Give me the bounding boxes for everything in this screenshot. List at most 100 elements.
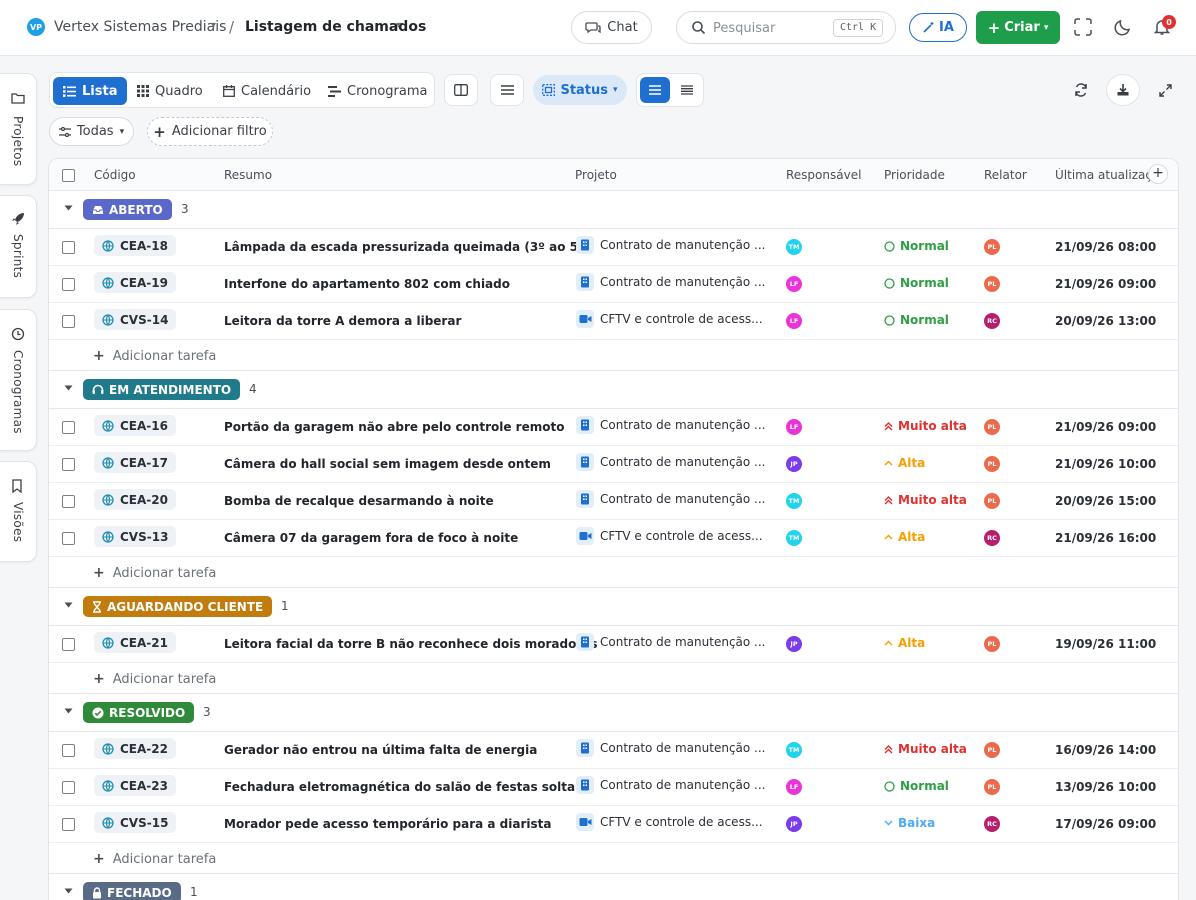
download-button[interactable] xyxy=(1106,74,1140,106)
rail-item-views[interactable]: Visões xyxy=(0,461,37,562)
fullscreen-icon[interactable] xyxy=(1072,16,1094,38)
ticket-summary[interactable]: Câmera do hall social sem imagem desde o… xyxy=(224,457,551,471)
reporter-avatar[interactable]: RC xyxy=(984,313,1000,329)
table-row[interactable]: CEA-19 Interfone do apartamento 802 com c… xyxy=(49,266,1178,303)
collapse-caret-icon[interactable] xyxy=(64,385,73,391)
collapse-caret-icon[interactable] xyxy=(64,708,73,714)
ticket-project[interactable]: Contrato de manutenção ... xyxy=(576,490,766,508)
priority-indicator[interactable]: Alta xyxy=(884,636,925,650)
row-checkbox[interactable] xyxy=(62,241,75,254)
collapse-caret-icon[interactable] xyxy=(64,888,73,894)
table-row[interactable]: CEA-23 Fechadura eletromagnética do salão… xyxy=(49,769,1178,806)
page-title-chevron-down-icon[interactable]: ▾ xyxy=(396,20,401,31)
reporter-avatar[interactable]: PL xyxy=(984,742,1000,758)
add-task-row[interactable]: + Adicionar tarefa xyxy=(49,340,1178,371)
table-row[interactable]: CEA-20 Bomba de recalque desarmando à noi… xyxy=(49,483,1178,520)
column-header-summary[interactable]: Resumo xyxy=(224,168,272,182)
ticket-summary[interactable]: Câmera 07 da garagem fora de foco à noit… xyxy=(224,531,518,545)
assignee-avatar[interactable]: JP xyxy=(786,816,802,832)
group-header[interactable]: FECHADO 1 xyxy=(49,874,1178,900)
tab-list[interactable]: Lista xyxy=(53,77,128,105)
add-filter-button[interactable]: + Adicionar filtro xyxy=(147,117,273,146)
assignee-avatar[interactable]: TM xyxy=(786,493,802,509)
table-row[interactable]: CEA-18 Lâmpada da escada pressurizada que… xyxy=(49,229,1178,266)
ticket-summary[interactable]: Bomba de recalque desarmando à noite xyxy=(224,494,494,508)
collapse-caret-icon[interactable] xyxy=(64,602,73,608)
add-task-row[interactable]: + Adicionar tarefa xyxy=(49,663,1178,694)
collapse-caret-icon[interactable] xyxy=(64,205,73,211)
add-task-row[interactable]: + Adicionar tarefa xyxy=(49,843,1178,874)
assignee-avatar[interactable]: JP xyxy=(786,636,802,652)
reporter-avatar[interactable]: PL xyxy=(984,239,1000,255)
ticket-code[interactable]: CEA-18 xyxy=(94,235,176,256)
ticket-code[interactable]: CEA-23 xyxy=(94,775,176,796)
table-row[interactable]: CEA-16 Portão da garagem não abre pelo co… xyxy=(49,409,1178,446)
ticket-code[interactable]: CEA-20 xyxy=(94,489,176,510)
assignee-avatar[interactable]: JP xyxy=(786,456,802,472)
group-by-status-button[interactable]: Status ▾ xyxy=(533,75,627,105)
row-checkbox[interactable] xyxy=(62,278,75,291)
ticket-code[interactable]: CEA-22 xyxy=(94,738,176,759)
column-header-code[interactable]: Código xyxy=(94,168,136,182)
rail-item-schedules[interactable]: Cronogramas xyxy=(0,309,37,451)
ticket-code[interactable]: CEA-16 xyxy=(94,415,176,436)
ticket-summary[interactable]: Leitora da torre A demora a liberar xyxy=(224,314,461,328)
table-row[interactable]: CEA-21 Leitora facial da torre B não reco… xyxy=(49,626,1178,663)
reporter-avatar[interactable]: PL xyxy=(984,276,1000,292)
group-header[interactable]: ABERTO 3 xyxy=(49,191,1178,229)
reporter-avatar[interactable]: RC xyxy=(984,816,1000,832)
priority-indicator[interactable]: Muito alta xyxy=(884,419,967,433)
row-checkbox[interactable] xyxy=(62,458,75,471)
reporter-avatar[interactable]: PL xyxy=(984,419,1000,435)
priority-indicator[interactable]: Alta xyxy=(884,456,925,470)
density-comfortable-button[interactable] xyxy=(640,77,670,103)
workspace-logo[interactable]: VP xyxy=(27,18,45,36)
ticket-code[interactable]: CVS-13 xyxy=(94,526,177,547)
rail-item-sprints[interactable]: Sprints xyxy=(0,195,37,298)
column-header-priority[interactable]: Prioridade xyxy=(884,168,945,182)
priority-indicator[interactable]: Muito alta xyxy=(884,742,967,756)
ticket-code[interactable]: CEA-19 xyxy=(94,272,176,293)
row-checkbox[interactable] xyxy=(62,638,75,651)
table-row[interactable]: CVS-13 Câmera 07 da garagem fora de foco … xyxy=(49,520,1178,557)
row-checkbox[interactable] xyxy=(62,315,75,328)
ticket-project[interactable]: Contrato de manutenção ... xyxy=(576,273,766,291)
split-view-button[interactable] xyxy=(444,74,478,106)
row-checkbox[interactable] xyxy=(62,532,75,545)
table-row[interactable]: CEA-17 Câmera do hall social sem imagem d… xyxy=(49,446,1178,483)
density-compact-button[interactable] xyxy=(672,77,702,103)
priority-indicator[interactable]: Baixa xyxy=(884,816,935,830)
priority-indicator[interactable]: Muito alta xyxy=(884,493,967,507)
ticket-project[interactable]: Contrato de manutenção ... xyxy=(576,236,766,254)
workspace-chevron-down-icon[interactable]: ▾ xyxy=(211,20,216,31)
add-column-button[interactable]: + xyxy=(1148,164,1168,184)
assignee-avatar[interactable]: TM xyxy=(786,742,802,758)
row-checkbox[interactable] xyxy=(62,421,75,434)
add-task-row[interactable]: + Adicionar tarefa xyxy=(49,557,1178,588)
ticket-project[interactable]: Contrato de manutenção ... xyxy=(576,776,766,794)
assignee-avatar[interactable]: LF xyxy=(786,313,802,329)
ticket-code[interactable]: CEA-21 xyxy=(94,632,176,653)
group-header[interactable]: AGUARDANDO CLIENTE 1 xyxy=(49,588,1178,626)
assignee-avatar[interactable]: TM xyxy=(786,530,802,546)
reporter-avatar[interactable]: PL xyxy=(984,779,1000,795)
chat-button[interactable]: Chat xyxy=(571,11,652,44)
ticket-project[interactable]: Contrato de manutenção ... xyxy=(576,633,766,651)
ticket-project[interactable]: Contrato de manutenção ... xyxy=(576,453,766,471)
ticket-code[interactable]: CVS-15 xyxy=(94,812,177,833)
ticket-project[interactable]: Contrato de manutenção ... xyxy=(576,739,766,757)
refresh-button[interactable] xyxy=(1064,74,1098,106)
reporter-avatar[interactable]: PL xyxy=(984,636,1000,652)
reporter-avatar[interactable]: PL xyxy=(984,456,1000,472)
search-input[interactable]: Pesquisar Ctrl K xyxy=(676,11,896,44)
column-header-reporter[interactable]: Relator xyxy=(984,168,1027,182)
ticket-code[interactable]: CEA-17 xyxy=(94,452,176,473)
ticket-summary[interactable]: Morador pede acesso temporário para a di… xyxy=(224,817,551,831)
ticket-project[interactable]: CFTV e controle de acess... xyxy=(576,527,763,545)
ticket-project[interactable]: CFTV e controle de acess... xyxy=(576,310,763,328)
table-row[interactable]: CVS-15 Morador pede acesso temporário par… xyxy=(49,806,1178,843)
ticket-summary[interactable]: Gerador não entrou na última falta de en… xyxy=(224,743,537,757)
group-header[interactable]: RESOLVIDO 3 xyxy=(49,694,1178,732)
row-checkbox[interactable] xyxy=(62,781,75,794)
select-all-checkbox[interactable] xyxy=(62,169,75,182)
